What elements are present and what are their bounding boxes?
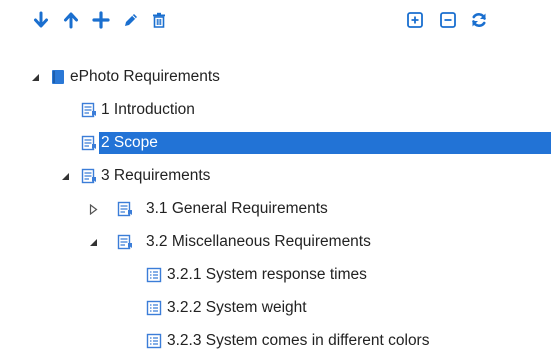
toolbar bbox=[0, 0, 551, 44]
tree-node-miscellaneous-requirements[interactable]: 3.2 Miscellaneous Requirements bbox=[0, 231, 551, 253]
tree-node-scope[interactable]: 2 Scope bbox=[0, 132, 551, 154]
chapter-doc-icon bbox=[81, 135, 97, 151]
expand-all-button[interactable] bbox=[403, 8, 427, 32]
requirement-list-icon bbox=[146, 300, 162, 316]
move-up-button[interactable] bbox=[59, 8, 83, 32]
tree-node-label: ePhoto Requirements bbox=[70, 68, 220, 85]
tree-node-response-times[interactable]: 3.2.1 System response times bbox=[0, 264, 551, 286]
arrow-down-icon bbox=[34, 11, 48, 28]
tree-node-root[interactable]: ePhoto Requirements bbox=[0, 66, 551, 88]
edit-button[interactable] bbox=[119, 8, 143, 32]
tree-node-label: 1 Introduction bbox=[101, 101, 195, 118]
add-button[interactable] bbox=[89, 8, 113, 32]
tree-node-label: 3.2.1 System response times bbox=[167, 266, 367, 283]
tree-node-label: 3.2.2 System weight bbox=[167, 299, 307, 316]
arrow-up-icon bbox=[64, 12, 78, 29]
refresh-button[interactable] bbox=[467, 8, 491, 32]
caret-expanded-icon bbox=[31, 73, 39, 81]
move-down-button[interactable] bbox=[29, 8, 53, 32]
trash-icon bbox=[153, 12, 165, 28]
selection-highlight bbox=[99, 132, 551, 154]
tree-node-label: 2 Scope bbox=[101, 134, 158, 151]
tree-node-weight[interactable]: 3.2.2 System weight bbox=[0, 297, 551, 319]
tree-node-label: 3.2 Miscellaneous Requirements bbox=[146, 233, 371, 250]
tree-node-introduction[interactable]: 1 Introduction bbox=[0, 99, 551, 121]
refresh-icon bbox=[472, 13, 486, 27]
tree-expanded-toggle[interactable] bbox=[87, 231, 99, 253]
tree-expanded-toggle[interactable] bbox=[59, 165, 71, 187]
chapter-doc-icon bbox=[117, 201, 133, 217]
caret-expanded-icon bbox=[89, 238, 97, 246]
book-icon bbox=[50, 69, 66, 85]
chapter-doc-icon bbox=[81, 168, 97, 184]
expand-all-icon bbox=[407, 12, 423, 28]
tree-node-colors[interactable]: 3.2.3 System comes in different colors bbox=[0, 330, 551, 352]
caret-expanded-icon bbox=[61, 172, 69, 180]
collapse-all-button[interactable] bbox=[436, 8, 460, 32]
tree-node-label: 3.1 General Requirements bbox=[146, 200, 328, 217]
pencil-icon bbox=[125, 14, 137, 26]
caret-collapsed-icon bbox=[89, 203, 97, 215]
collapse-all-icon bbox=[440, 12, 456, 28]
requirement-list-icon bbox=[146, 333, 162, 349]
tree-node-general-requirements[interactable]: 3.1 General Requirements bbox=[0, 198, 551, 220]
requirement-list-icon bbox=[146, 267, 162, 283]
tree-collapsed-toggle[interactable] bbox=[87, 198, 99, 220]
delete-button[interactable] bbox=[147, 8, 171, 32]
tree-expanded-toggle[interactable] bbox=[29, 66, 41, 88]
requirements-tree: ePhoto Requirements 1 Introduction 2 Sco… bbox=[0, 60, 551, 354]
tree-node-label: 3.2.3 System comes in different colors bbox=[167, 332, 430, 349]
tree-node-label: 3 Requirements bbox=[101, 167, 211, 184]
chapter-doc-icon bbox=[117, 234, 133, 250]
tree-node-requirements[interactable]: 3 Requirements bbox=[0, 165, 551, 187]
plus-icon bbox=[92, 11, 110, 29]
chapter-doc-icon bbox=[81, 102, 97, 118]
